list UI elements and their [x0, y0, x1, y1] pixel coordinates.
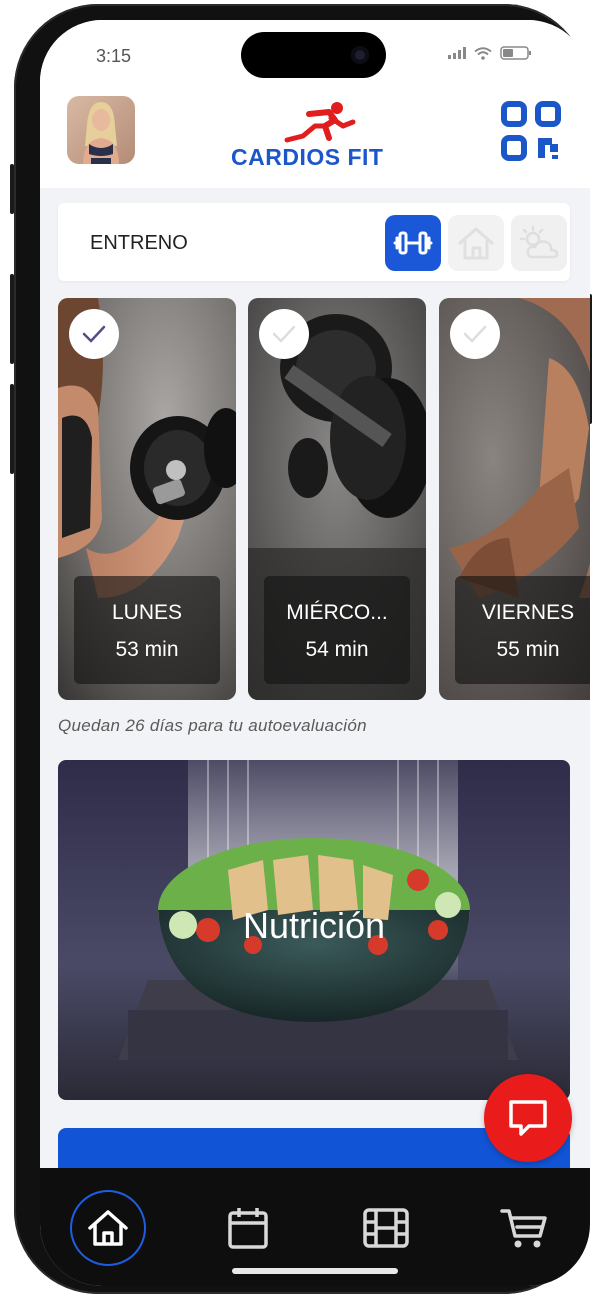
- workout-card-friday[interactable]: VIERNES 55 min: [439, 298, 590, 700]
- qr-code-button[interactable]: [500, 100, 562, 162]
- workout-card-monday[interactable]: LUNES 53 min: [58, 298, 236, 700]
- app-screen: 3:15 CARDIOS FIT ENTRENO LUNES 53 min MI…: [40, 20, 590, 1286]
- user-photo-avatar-icon: [67, 96, 135, 164]
- status-time: 3:15: [96, 46, 132, 66]
- status-icons: [448, 46, 532, 60]
- phone-frame: 3:15 CARDIOS FIT ENTRENO LUNES 53 min MI…: [10, 4, 592, 1294]
- card-info-panel: MIÉRCO... 54 min: [264, 576, 410, 684]
- nutrition-card[interactable]: Nutrición: [58, 760, 570, 1100]
- evaluation-note: Quedan 26 días para tu autoevaluación: [58, 716, 367, 735]
- brand-logo: CARDIOS FIT: [225, 100, 405, 170]
- qr-code-icon: [501, 101, 561, 161]
- card-day-label: LUNES: [111, 601, 183, 624]
- completed-check-button[interactable]: [450, 309, 500, 359]
- volume-up-button: [10, 274, 14, 364]
- battery-icon: [500, 46, 531, 60]
- workout-card-wednesday[interactable]: MIÉRCO... 54 min: [248, 298, 426, 700]
- home-indicator: [232, 1268, 398, 1274]
- app-header: CARDIOS FIT: [40, 90, 590, 188]
- app-name: CARDIOS FIT: [231, 144, 384, 170]
- card-info-panel: LUNES 53 min: [74, 576, 220, 684]
- workout-carousel[interactable]: LUNES 53 min MIÉRCO... 54 min VIERNES 55…: [58, 298, 590, 700]
- gym-mode-button[interactable]: [385, 215, 441, 271]
- nutrition-title: Nutrición: [242, 905, 386, 946]
- checkmark-icon: [463, 325, 487, 343]
- camera-icon: [351, 46, 369, 64]
- segment-label: ENTRENO: [90, 232, 188, 254]
- home-icon: [458, 227, 494, 260]
- nav-shop[interactable]: [486, 1190, 562, 1266]
- nav-videos[interactable]: [348, 1190, 424, 1266]
- card-day-label: VIERNES: [481, 601, 575, 624]
- video-icon: [363, 1208, 409, 1248]
- chat-bubble-icon: [509, 1100, 547, 1136]
- training-mode-selector: ENTRENO: [58, 203, 570, 281]
- dynamic-island: [241, 32, 386, 78]
- card-info-panel: VIERNES 55 min: [455, 576, 590, 684]
- nav-home[interactable]: [70, 1190, 146, 1266]
- completed-check-button[interactable]: [259, 309, 309, 359]
- signal-icon: [448, 47, 466, 59]
- cart-icon: [500, 1209, 547, 1248]
- volume-down-button: [10, 384, 14, 474]
- checkmark-icon: [272, 325, 296, 343]
- checkmark-icon: [82, 325, 106, 343]
- card-duration: 55 min: [496, 638, 560, 661]
- runner-logo-icon: [284, 102, 356, 143]
- completed-check-button[interactable]: [69, 309, 119, 359]
- card-day-label: MIÉRCO...: [286, 601, 388, 624]
- status-bar: 3:15: [40, 20, 590, 90]
- card-duration: 54 min: [305, 638, 369, 661]
- calendar-icon: [228, 1208, 268, 1249]
- weather-icon: [519, 225, 559, 259]
- chat-button[interactable]: [484, 1074, 572, 1162]
- home-icon: [88, 1210, 128, 1246]
- dumbbell-icon: [393, 231, 433, 255]
- nav-calendar[interactable]: [210, 1190, 286, 1266]
- outdoor-mode-button[interactable]: [511, 215, 567, 271]
- avatar[interactable]: [67, 96, 135, 164]
- mute-switch: [10, 164, 14, 214]
- card-duration: 53 min: [115, 638, 179, 661]
- home-mode-button[interactable]: [448, 215, 504, 271]
- wifi-icon: [474, 46, 492, 60]
